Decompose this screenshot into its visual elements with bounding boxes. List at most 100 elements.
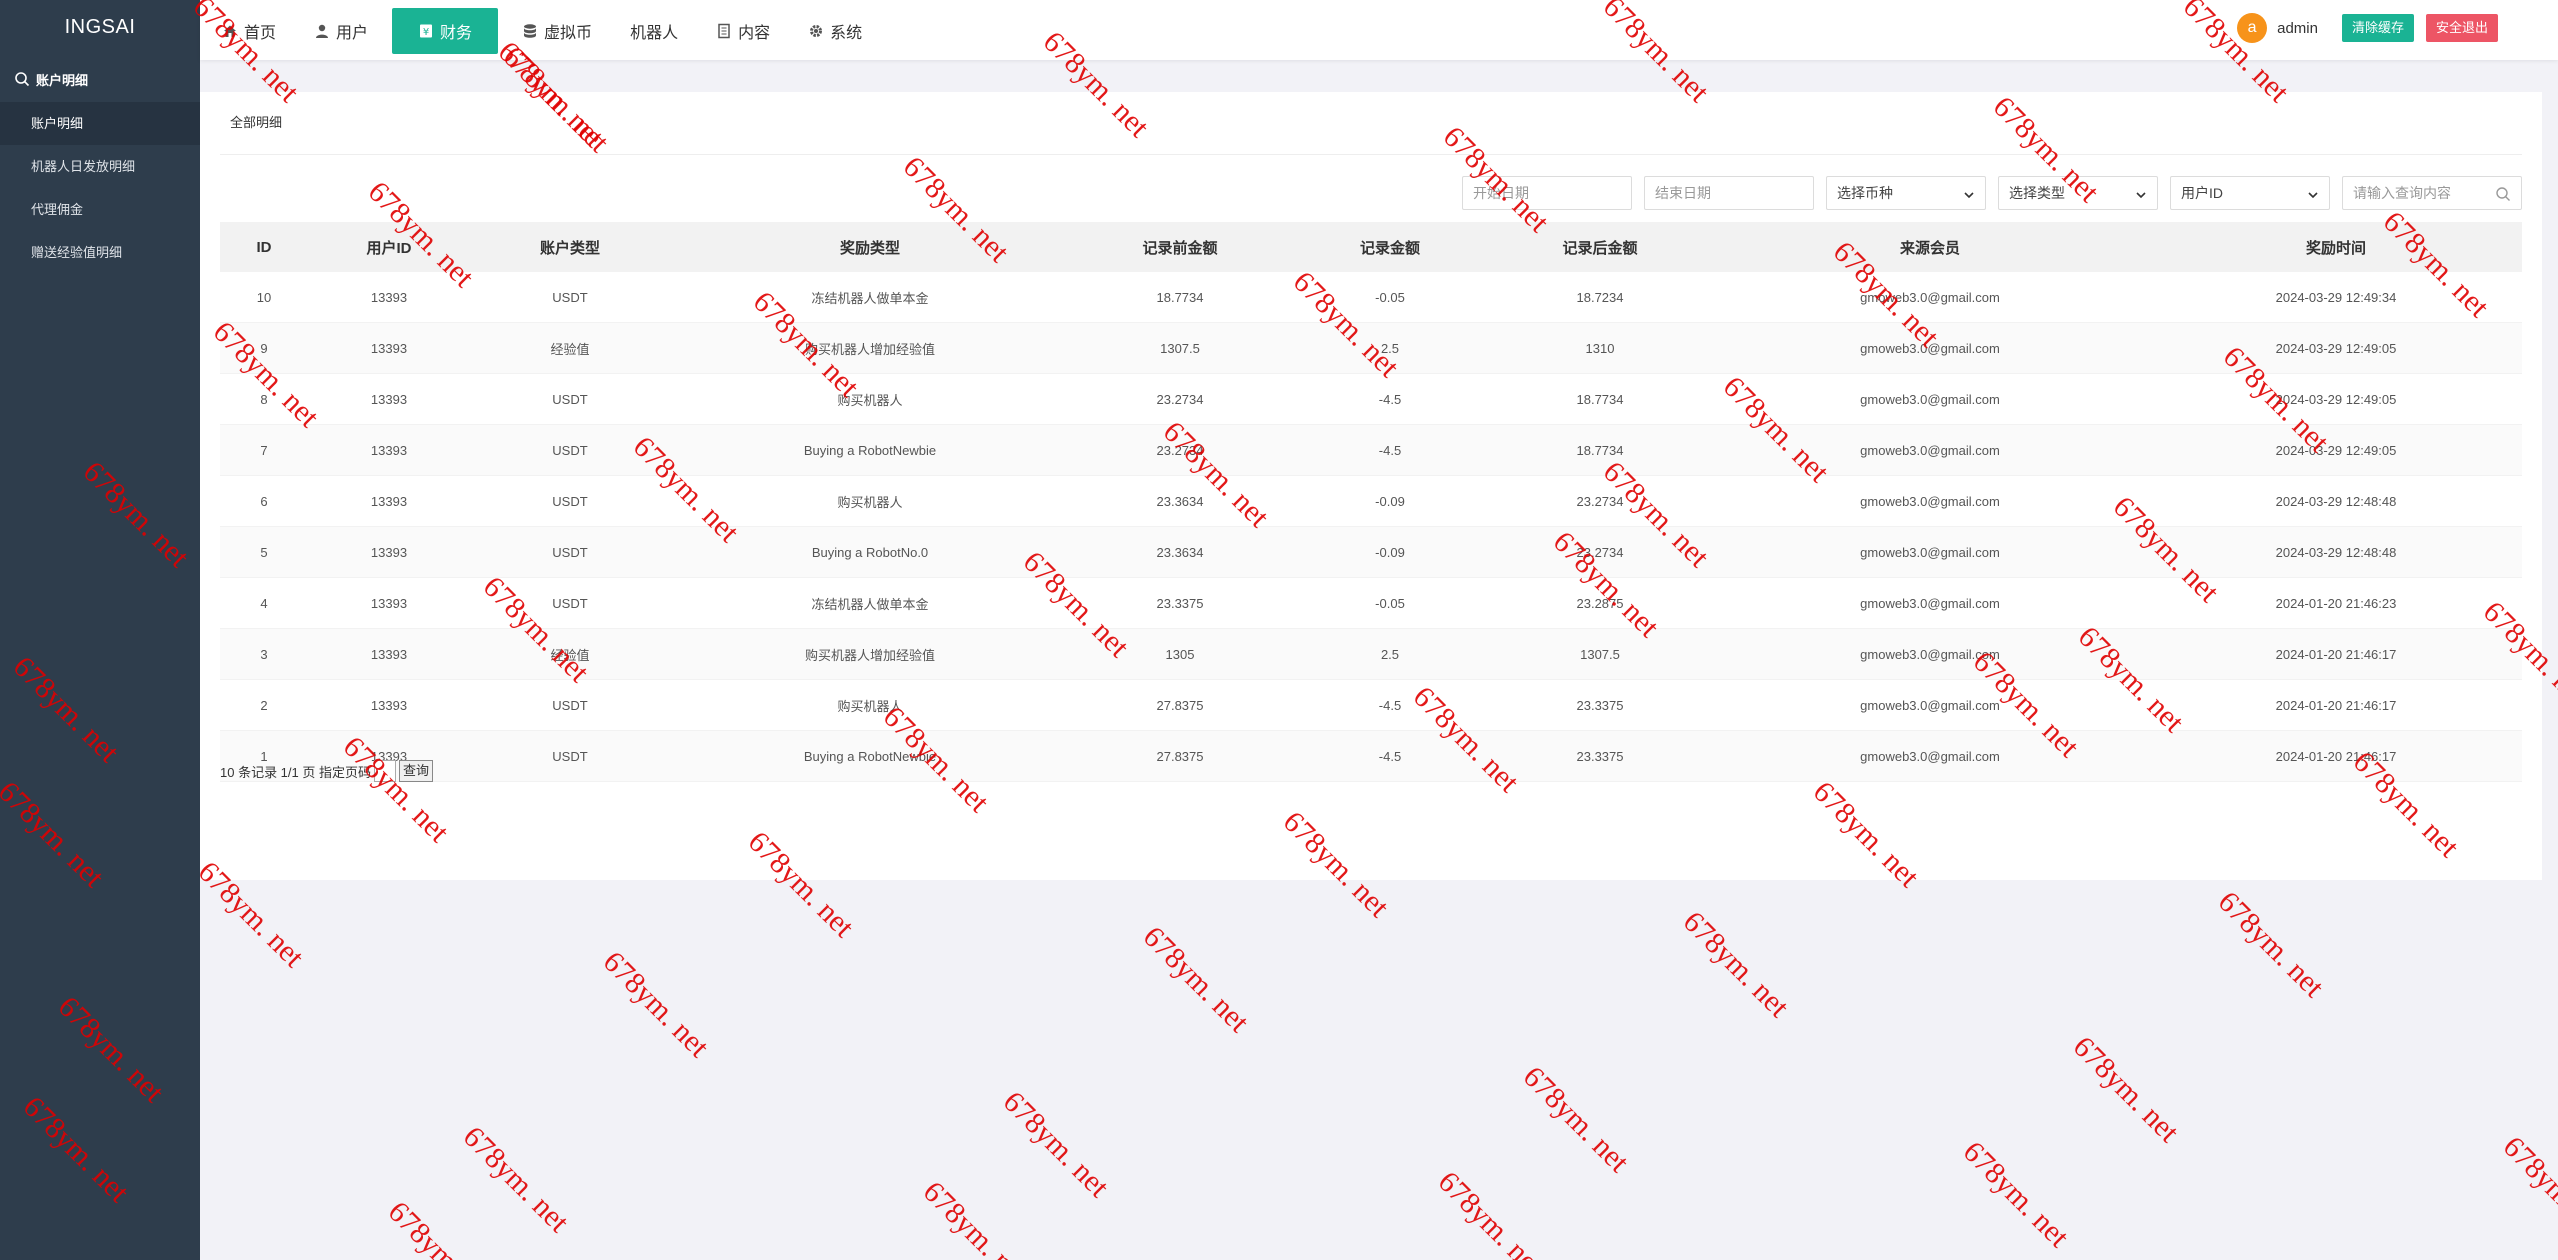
nav-content-label: 内容 xyxy=(738,25,771,42)
clear-cache-button[interactable]: 清除缓存 xyxy=(2341,14,2414,42)
search-placeholder: 请输入查询内容 xyxy=(2353,185,2451,201)
cell-amount: 2.5 xyxy=(1290,322,1490,374)
search-input[interactable]: 请输入查询内容 xyxy=(2342,176,2522,210)
cell-reward-type: 冻结机器人做单本金 xyxy=(670,577,1070,629)
cell-account-type: USDT xyxy=(470,577,670,629)
cell-source-member: gmoweb3.0@gmail.com xyxy=(1710,526,2150,578)
records-table: ID 用户ID 账户类型 奖励类型 记录前金额 记录金额 记录后金额 来源会员 … xyxy=(220,222,2522,782)
chevron-down-icon xyxy=(1963,188,1975,200)
cell-id: 2 xyxy=(220,679,308,731)
cell-amount: -0.05 xyxy=(1290,577,1490,629)
cell-reward-time: 2024-01-20 21:46:17 xyxy=(2150,679,2522,731)
nav-user[interactable]: 用户 xyxy=(300,8,382,54)
nav-home[interactable]: 首页 xyxy=(208,8,290,54)
user-id-select[interactable]: 用户ID xyxy=(2170,176,2330,210)
cell-account-type: USDT xyxy=(470,475,670,527)
start-date-input[interactable]: 开始日期 xyxy=(1462,176,1632,210)
admin-name[interactable]: admin xyxy=(2277,20,2318,37)
cell-source-member: gmoweb3.0@gmail.com xyxy=(1710,373,2150,425)
cell-id: 5 xyxy=(220,526,308,578)
cell-reward-type: 冻结机器人做单本金 xyxy=(670,272,1070,323)
col-header-id[interactable]: ID xyxy=(220,222,308,272)
cell-amount-after: 18.7734 xyxy=(1490,424,1710,476)
type-select[interactable]: 选择类型 xyxy=(1998,176,2158,210)
nav-content[interactable]: 内容 xyxy=(702,8,784,54)
cell-reward-time: 2024-03-29 12:49:05 xyxy=(2150,424,2522,476)
table-row: 8 13393 USDT 购买机器人 23.2734 -4.5 18.7734 gmoweb3… xyxy=(220,373,2522,425)
watermark-text: 678ym. net xyxy=(381,1195,501,1260)
cell-user-id: 13393 xyxy=(308,322,470,374)
brand-logo: INGSAI xyxy=(64,16,136,38)
cell-amount: -0.09 xyxy=(1290,526,1490,578)
nav-robot[interactable]: 机器人 xyxy=(616,8,692,54)
cell-source-member: gmoweb3.0@gmail.com xyxy=(1710,272,2150,323)
cell-amount-before: 1307.5 xyxy=(1070,322,1290,374)
cell-account-type: 经验值 xyxy=(470,322,670,374)
col-header-reward-type[interactable]: 奖励类型 xyxy=(670,222,1070,272)
nav-system[interactable]: 系统 xyxy=(794,8,876,54)
col-header-source-member[interactable]: 来源会员 xyxy=(1710,222,2150,272)
cell-amount-before: 18.7734 xyxy=(1070,272,1290,323)
col-header-reward-time[interactable]: 奖励时间 xyxy=(2150,222,2522,272)
cell-id: 6 xyxy=(220,475,308,527)
cell-user-id: 13393 xyxy=(308,272,470,323)
table-row: 2 13393 USDT 购买机器人 27.8375 -4.5 23.3375 gmoweb3… xyxy=(220,679,2522,731)
user-icon xyxy=(314,23,330,39)
watermark-text: 678ym. net xyxy=(916,1175,1036,1260)
nav-finance-label: 财务 xyxy=(440,25,473,42)
col-header-user-id[interactable]: 用户ID xyxy=(308,222,470,272)
pager-summary: 10 条记录 1/1 页 指定页码 xyxy=(220,764,371,780)
query-button[interactable]: 查询 xyxy=(398,760,433,782)
sidebar-item-robot-daily[interactable]: 机器人日发放明细 xyxy=(0,145,200,188)
cell-reward-time: 2024-03-29 12:48:48 xyxy=(2150,526,2522,578)
currency-select-value: 选择币种 xyxy=(1837,185,1893,201)
watermark-text: 678ym. net xyxy=(2066,1030,2186,1149)
cell-reward-type: Buying a RobotNewbie xyxy=(670,730,1070,782)
cell-reward-time: 2024-01-20 21:46:17 xyxy=(2150,628,2522,680)
end-date-input[interactable]: 结束日期 xyxy=(1644,176,1814,210)
sidebar-group-header[interactable]: 账户明细 xyxy=(0,56,200,102)
search-icon[interactable] xyxy=(2495,186,2511,202)
col-header-amount-after[interactable]: 记录后金额 xyxy=(1490,222,1710,272)
page-number-input[interactable] xyxy=(373,760,396,782)
watermark-text: 678ym. net xyxy=(1516,1060,1636,1179)
nav-robot-label: 机器人 xyxy=(630,25,679,42)
cell-amount: -0.05 xyxy=(1290,272,1490,323)
table-row: 9 13393 经验值 购买机器人增加经验值 1307.5 2.5 1310 gmoweb3.… xyxy=(220,322,2522,374)
nav-finance[interactable]: ¥ 财务 xyxy=(392,8,499,54)
cell-amount-after: 23.2875 xyxy=(1490,577,1710,629)
table-row: 10 13393 USDT 冻结机器人做单本金 18.7734 -0.05 18.7234 g… xyxy=(220,272,2522,323)
col-header-amount-before[interactable]: 记录前金额 xyxy=(1070,222,1290,272)
cell-account-type: 经验值 xyxy=(470,628,670,680)
col-header-account-type[interactable]: 账户类型 xyxy=(470,222,670,272)
cell-account-type: USDT xyxy=(470,373,670,425)
watermark-text: 678ym. net xyxy=(1431,1165,1551,1260)
cell-reward-time: 2024-03-29 12:49:34 xyxy=(2150,272,2522,323)
top-navbar: 首页 用户 ¥ 财务 虚拟币 机器人 内容 系统 a admin 清除缓存 安全… xyxy=(200,0,2558,60)
watermark-text: 678ym. net xyxy=(2496,1130,2558,1249)
avatar[interactable]: a xyxy=(2237,13,2268,43)
sidebar-item-account-details[interactable]: 账户明细 xyxy=(0,102,200,145)
sidebar-item-gift-exp[interactable]: 赠送经验值明细 xyxy=(0,231,200,274)
col-header-amount[interactable]: 记录金额 xyxy=(1290,222,1490,272)
nav-crypto[interactable]: 虚拟币 xyxy=(508,8,606,54)
cell-amount-before: 27.8375 xyxy=(1070,730,1290,782)
cell-user-id: 13393 xyxy=(308,424,470,476)
nav-system-label: 系统 xyxy=(830,25,863,42)
cell-id: 9 xyxy=(220,322,308,374)
watermark-text: 678ym. net xyxy=(596,945,716,1064)
cell-source-member: gmoweb3.0@gmail.com xyxy=(1710,679,2150,731)
sidebar-item-agent-commission[interactable]: 代理佣金 xyxy=(0,188,200,231)
cell-amount-before: 23.3634 xyxy=(1070,475,1290,527)
user-area: a admin 清除缓存 安全退出 xyxy=(2237,13,2498,43)
main-panel: 全部明细 开始日期 结束日期 选择币种 选择类型 用户ID 请输入查询内容 ID… xyxy=(200,92,2542,880)
cell-amount: -4.5 xyxy=(1290,424,1490,476)
watermark-text: 678ym. net xyxy=(1956,1135,2076,1254)
table-row: 3 13393 经验值 购买机器人增加经验值 1305 2.5 1307.5 gmoweb3.… xyxy=(220,628,2522,680)
logout-button[interactable]: 安全退出 xyxy=(2425,14,2498,42)
currency-select[interactable]: 选择币种 xyxy=(1826,176,1986,210)
database-icon xyxy=(522,23,538,39)
cell-source-member: gmoweb3.0@gmail.com xyxy=(1710,577,2150,629)
cell-amount-after: 18.7734 xyxy=(1490,373,1710,425)
cell-id: 3 xyxy=(220,628,308,680)
